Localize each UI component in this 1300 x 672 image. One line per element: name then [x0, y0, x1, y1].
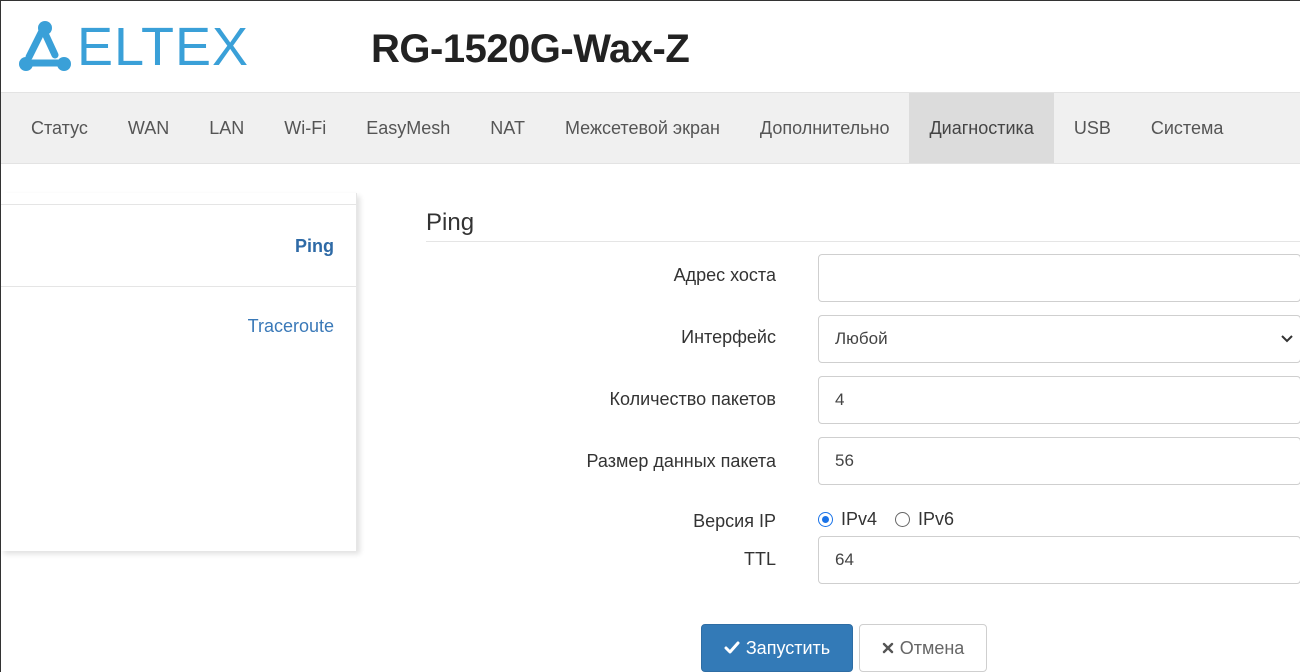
ipv6-radio[interactable] [895, 512, 911, 527]
ipv4-option[interactable]: IPv4 [818, 509, 877, 530]
device-model-title: RG-1520G-Wax-Z [371, 27, 690, 71]
packet-size-label: Размер данных пакета [586, 451, 776, 471]
sidebar-item-ping[interactable]: Ping [1, 204, 356, 287]
ipv6-label: IPv6 [918, 509, 955, 529]
nav-item-nat[interactable]: NAT [470, 93, 545, 163]
host-address-input[interactable] [818, 254, 1300, 302]
run-button-label: Запустить [745, 637, 831, 658]
packet-size-input[interactable]: 56 [818, 437, 1300, 485]
nav-item-wan[interactable]: WAN [108, 93, 189, 163]
section-title: Ping [426, 209, 475, 236]
main-nav: Статус WAN LAN Wi-Fi EasyMesh NAT Межсет… [1, 92, 1300, 164]
header: ELTEX RG-1520G-Wax-Z [1, 1, 1300, 91]
close-icon [882, 642, 893, 654]
nav-item-wifi[interactable]: Wi-Fi [264, 93, 346, 163]
nav-item-firewall[interactable]: Межсетевой экран [545, 93, 740, 163]
brand-name: ELTEX [77, 17, 250, 77]
nav-item-system[interactable]: Система [1131, 93, 1244, 163]
ipv6-option[interactable]: IPv6 [895, 509, 954, 530]
interface-select[interactable]: Любой [818, 315, 1300, 363]
sidebar-item-traceroute[interactable]: Traceroute [1, 286, 356, 366]
packet-count-label: Количество пакетов [609, 389, 776, 409]
ip-version-label: Версия IP [693, 511, 776, 531]
interface-select-value: Любой [835, 329, 888, 348]
nav-item-usb[interactable]: USB [1054, 93, 1131, 163]
packet-count-input[interactable]: 4 [818, 376, 1300, 424]
nav-item-lan[interactable]: LAN [189, 93, 264, 163]
interface-label: Интерфейс [681, 327, 776, 347]
run-button[interactable]: Запустить [701, 624, 853, 672]
cancel-button-label: Отмена [899, 637, 965, 658]
ipv4-radio[interactable] [818, 512, 833, 527]
nav-item-diagnostics[interactable]: Диагностика [909, 93, 1054, 163]
ttl-label: TTL [743, 549, 776, 569]
eltex-logo-icon [19, 21, 71, 71]
cancel-button[interactable]: Отмена [859, 624, 987, 672]
ip-version-radio-group: IPv4 IPv6 [818, 509, 972, 530]
ipv4-label: IPv4 [841, 509, 878, 529]
section-divider [426, 241, 1300, 242]
checkmark-icon [724, 641, 740, 654]
nav-item-status[interactable]: Статус [11, 93, 108, 163]
eltex-logo[interactable]: ELTEX [17, 19, 249, 75]
chevron-down-icon [1276, 316, 1298, 362]
nav-item-advanced[interactable]: Дополнительно [740, 93, 910, 163]
nav-item-easymesh[interactable]: EasyMesh [346, 93, 470, 163]
ttl-input[interactable]: 64 [818, 536, 1300, 584]
host-address-label: Адрес хоста [673, 265, 776, 285]
diagnostics-sidebar: Ping Traceroute [1, 193, 357, 551]
